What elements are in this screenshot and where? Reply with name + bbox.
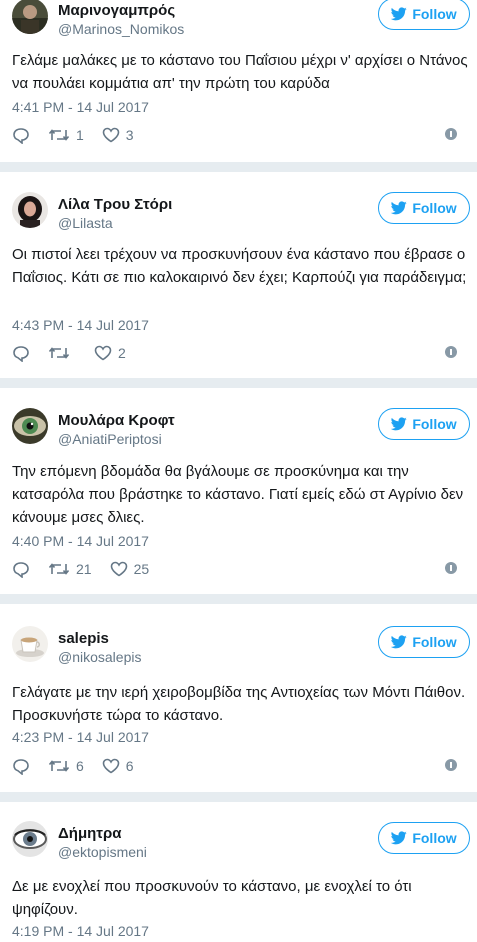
follow-button[interactable]: Follow: [378, 0, 470, 30]
like-count: 3: [125, 127, 134, 143]
user-handle[interactable]: @ektopismeni: [58, 844, 147, 860]
info-icon[interactable]: [445, 128, 457, 140]
cup-avatar-icon: [12, 626, 48, 662]
follow-button[interactable]: Follow: [378, 408, 470, 440]
tweet-text: Την επόμενη βδομάδα θα βγάλουμε σε προσκ…: [12, 463, 464, 526]
reply-button[interactable]: [12, 561, 30, 578]
timestamp[interactable]: 4:43 PM - 14 Jul 2017: [12, 317, 149, 333]
bird-icon: [391, 831, 408, 845]
timestamp[interactable]: 4:23 PM - 14 Jul 2017: [12, 729, 149, 745]
info-icon[interactable]: [445, 759, 457, 771]
retweet-button[interactable]: 1: [48, 127, 84, 143]
retweet-button[interactable]: 6: [48, 758, 84, 774]
like-count: 6: [125, 758, 134, 774]
display-name[interactable]: salepis: [58, 630, 109, 647]
avatar[interactable]: [12, 821, 48, 857]
follow-label: Follow: [412, 6, 457, 22]
user-handle[interactable]: @AniatiPeriptosi: [58, 431, 162, 447]
display-name[interactable]: Δήμητρα: [58, 825, 121, 842]
reply-icon: [13, 561, 29, 578]
user-handle[interactable]: @Marinos_Nomikos: [58, 21, 184, 37]
retweet-icon: [48, 129, 70, 141]
retweet-button[interactable]: [48, 345, 76, 361]
tweet-separator: [0, 792, 477, 802]
reply-button[interactable]: [12, 345, 30, 362]
follow-button[interactable]: Follow: [378, 192, 470, 224]
heart-icon: [110, 561, 127, 577]
retweet-count: 21: [76, 561, 92, 577]
eye-avatar-icon: [12, 821, 48, 857]
tweet-text: Γελάγατε με την ιερή χειροβομβίδα της Αν…: [12, 684, 466, 724]
retweet-icon: [48, 760, 70, 772]
heart-icon: [102, 127, 120, 143]
tweet-actions: 6 6: [12, 755, 467, 777]
tweet-card: Μαρινογαμπρός @Marinos_Nomikos Follow Γε…: [0, 0, 477, 162]
info-icon[interactable]: [445, 346, 457, 358]
tweet-actions: 1 3: [12, 124, 467, 146]
tweet-actions: 2: [12, 342, 467, 364]
like-button[interactable]: 2: [94, 345, 126, 361]
avatar[interactable]: [12, 192, 48, 228]
tweet-actions: 21 25: [12, 558, 467, 580]
tweet-separator: [0, 378, 477, 388]
tweet-card: Λίλα Τρου Στόρι @Lilasta Follow Οι πιστο…: [0, 172, 477, 378]
tweet-card: salepis @nikosalepis Follow Γελάγατε με …: [0, 604, 477, 792]
follow-label: Follow: [412, 416, 457, 432]
retweet-count: 6: [76, 758, 84, 774]
like-button[interactable]: 3: [102, 127, 134, 143]
like-button[interactable]: 6: [102, 758, 134, 774]
retweet-icon: [48, 347, 70, 359]
tweet-text: Δε με ενοχλεί που προσκυνούν το κάστανο,…: [12, 878, 412, 918]
tweet-feed: Μαρινογαμπρός @Marinos_Nomikos Follow Γε…: [0, 0, 477, 942]
timestamp[interactable]: 4:40 PM - 14 Jul 2017: [12, 533, 149, 549]
display-name[interactable]: Μουλάρα Κροφτ: [58, 412, 175, 429]
avatar[interactable]: [12, 626, 48, 662]
display-name[interactable]: Μαρινογαμπρός: [58, 2, 175, 19]
person-avatar-icon: [12, 192, 48, 228]
tweet-text: Οι πιστοί λεει τρέχουν να προσκυνήσουν έ…: [12, 246, 467, 286]
tweet-card: Μουλάρα Κροφτ @AniatiPeriptosi Follow Τη…: [0, 388, 477, 594]
avatar[interactable]: [12, 408, 48, 444]
retweet-count: 1: [76, 127, 84, 143]
bird-icon: [391, 635, 408, 649]
bird-icon: [391, 417, 408, 431]
bird-icon: [391, 7, 408, 21]
reply-icon: [13, 758, 29, 775]
tweet-card: Δήμητρα @ektopismeni Follow Δε με ενοχλε…: [0, 802, 477, 942]
follow-label: Follow: [412, 830, 457, 846]
user-handle[interactable]: @nikosalepis: [58, 649, 141, 665]
eye-avatar-icon: [12, 408, 48, 444]
person-avatar-icon: [12, 0, 48, 34]
tweet-text: Γελάμε μαλάκες με το κάστανο του Παΐσιου…: [12, 52, 468, 92]
avatar[interactable]: [12, 0, 48, 34]
reply-icon: [13, 127, 29, 144]
heart-icon: [94, 345, 112, 361]
info-icon[interactable]: [445, 562, 457, 574]
heart-icon: [102, 758, 120, 774]
like-count: 25: [133, 561, 150, 577]
tweet-separator: [0, 162, 477, 172]
timestamp[interactable]: 4:41 PM - 14 Jul 2017: [12, 99, 149, 115]
display-name[interactable]: Λίλα Τρου Στόρι: [58, 196, 172, 213]
tweet-separator: [0, 594, 477, 604]
like-button[interactable]: 25: [110, 561, 150, 577]
follow-label: Follow: [412, 200, 457, 216]
user-handle[interactable]: @Lilasta: [58, 215, 113, 231]
reply-icon: [13, 345, 29, 362]
bird-icon: [391, 201, 408, 215]
retweet-button[interactable]: 21: [48, 561, 92, 577]
retweet-icon: [48, 563, 70, 575]
follow-button[interactable]: Follow: [378, 822, 470, 854]
follow-label: Follow: [412, 634, 457, 650]
like-count: 2: [118, 345, 126, 361]
reply-button[interactable]: [12, 127, 30, 144]
follow-button[interactable]: Follow: [378, 626, 470, 658]
timestamp[interactable]: 4:19 PM - 14 Jul 2017: [12, 923, 149, 939]
reply-button[interactable]: [12, 758, 30, 775]
